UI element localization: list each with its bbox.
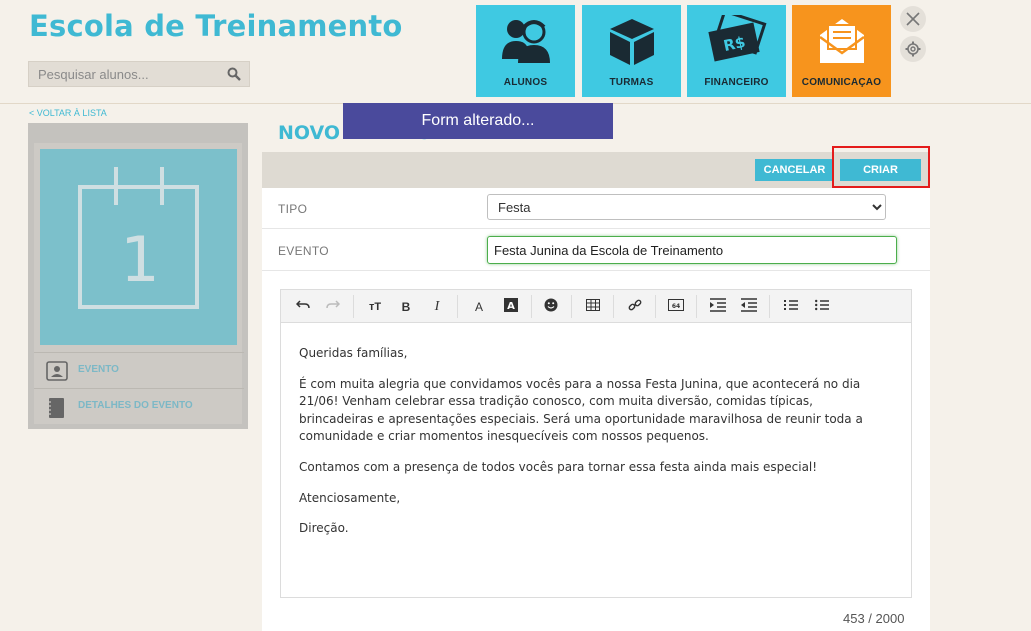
box-icon: [609, 19, 654, 65]
svg-text:64: 64: [672, 303, 680, 310]
toolbar-separator: [353, 295, 354, 318]
notebook-icon: [46, 397, 66, 424]
calendar-icon: 1: [78, 167, 199, 309]
link-icon[interactable]: [625, 298, 645, 316]
calendar-day: 1: [120, 223, 159, 296]
redo-icon[interactable]: [323, 298, 343, 316]
evento-label: EVENTO: [278, 244, 329, 258]
calendar-illustration: 1: [40, 149, 237, 345]
image-base64-icon[interactable]: 64: [666, 298, 686, 316]
toolbar-separator: [531, 295, 532, 318]
nav-label: COMUNICAÇAO: [801, 77, 882, 88]
cancel-button[interactable]: CANCELAR: [755, 159, 834, 181]
nav-label: FINANCEIRO: [704, 77, 769, 88]
table-icon[interactable]: [583, 298, 603, 316]
profile-card-icon: [46, 361, 68, 386]
ordered-list-icon[interactable]: [781, 298, 801, 316]
toolbar-separator: [655, 295, 656, 318]
rich-text-editor: тT B I A A 64 Queridas famílias, É com m…: [280, 289, 912, 598]
toolbar-separator: [696, 295, 697, 318]
search-icon[interactable]: [227, 67, 241, 86]
search-box: [28, 61, 250, 87]
sidebar-item-evento[interactable]: EVENTO: [34, 352, 244, 388]
back-to-list-link[interactable]: < VOLTAR À LISTA: [29, 108, 107, 118]
money-icon: R$: [707, 15, 766, 62]
editor-content[interactable]: Queridas famílias, É com muita alegria q…: [299, 345, 889, 551]
bullet-list-icon[interactable]: [812, 298, 832, 316]
nav-tile-turmas[interactable]: TURMAS: [582, 5, 681, 97]
italic-icon[interactable]: I: [427, 298, 447, 316]
sidebar-item-label: EVENTO: [78, 364, 119, 375]
bold-icon[interactable]: B: [396, 298, 416, 316]
nav-label: TURMAS: [609, 77, 654, 88]
sidebar-item-label: DETALHES DO EVENTO: [78, 400, 193, 411]
mail-icon: [818, 19, 865, 63]
editor-paragraph: Direção.: [299, 521, 349, 536]
character-counter: 453 / 2000: [843, 611, 905, 626]
nav-tile-financeiro[interactable]: R$ FINANCEIRO: [687, 5, 786, 97]
toolbar-separator: [769, 295, 770, 318]
svg-text:A: A: [507, 301, 515, 312]
sidebar-item-detalhes[interactable]: DETALHES DO EVENTO: [34, 388, 244, 424]
nav-tile-alunos[interactable]: ALUNOS: [476, 5, 575, 97]
indent-icon[interactable]: [708, 298, 728, 316]
toolbar-separator: [571, 295, 572, 318]
create-button-highlight: [832, 146, 930, 188]
editor-paragraph: É com muita alegria que convidamos vocês…: [299, 376, 863, 444]
search-input[interactable]: [29, 62, 219, 86]
tipo-select[interactable]: Festa: [487, 194, 886, 220]
undo-icon[interactable]: [293, 298, 313, 316]
evento-input[interactable]: [487, 236, 897, 264]
editor-toolbar: тT B I A A 64: [281, 290, 911, 323]
font-color-icon[interactable]: A: [469, 298, 489, 316]
emoji-icon[interactable]: [541, 298, 561, 316]
toast-notification: Form alterado...: [343, 103, 613, 139]
editor-paragraph: Queridas famílias,: [299, 346, 408, 360]
nav-label: ALUNOS: [503, 77, 548, 88]
gear-icon[interactable]: [900, 36, 926, 62]
tipo-label: TIPO: [278, 202, 308, 216]
students-icon: [501, 20, 550, 63]
highlight-color-icon[interactable]: A: [501, 298, 521, 316]
editor-paragraph: Contamos com a presença de todos vocês p…: [299, 459, 818, 474]
close-icon[interactable]: [900, 6, 926, 32]
app-title: Escola de Treinamento: [29, 9, 403, 43]
toolbar-separator: [457, 295, 458, 318]
editor-paragraph: Atenciosamente,: [299, 490, 401, 505]
nav-tile-comunicacao[interactable]: COMUNICAÇAO: [792, 5, 891, 97]
font-size-icon[interactable]: тT: [365, 298, 385, 316]
toolbar-separator: [613, 295, 614, 318]
outdent-icon[interactable]: [739, 298, 759, 316]
